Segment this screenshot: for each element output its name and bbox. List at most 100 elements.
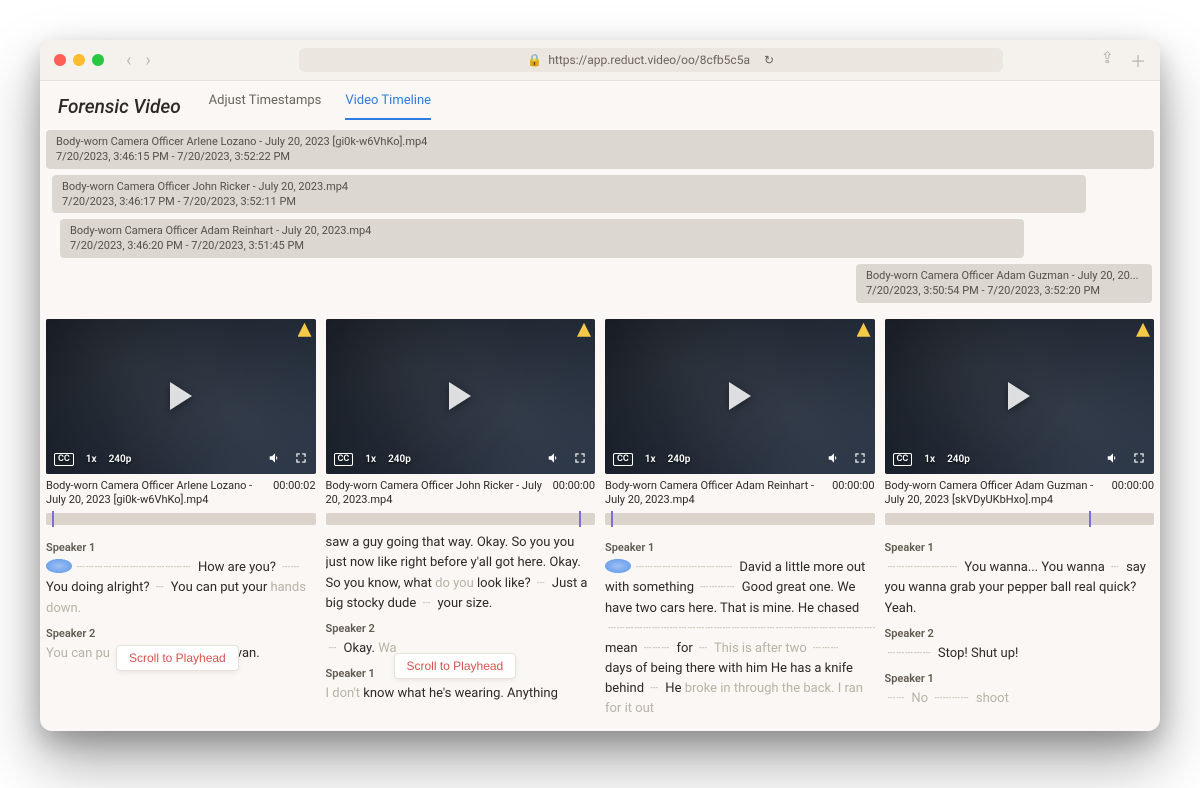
scrubber[interactable] bbox=[326, 513, 596, 525]
reload-icon[interactable]: ↻ bbox=[764, 53, 774, 67]
warning-icon bbox=[298, 323, 312, 337]
speed-control[interactable]: 1x bbox=[924, 454, 935, 465]
scrubber[interactable] bbox=[605, 513, 875, 525]
resolution-control[interactable]: 240p bbox=[109, 454, 132, 465]
header: Forensic Video Adjust Timestamps Video T… bbox=[40, 81, 1160, 120]
video-grid: CC 1x 240p Body-worn Camera Officer Arle… bbox=[40, 315, 1160, 732]
timeline-row[interactable]: Body-worn Camera Officer Adam Guzman - J… bbox=[856, 264, 1152, 303]
volume-icon[interactable] bbox=[1106, 451, 1120, 468]
speed-control[interactable]: 1x bbox=[645, 454, 656, 465]
video-column: CC 1x 240p Body-worn Camera Officer Adam… bbox=[885, 319, 1155, 720]
timeline-title: Body-worn Camera Officer Adam Guzman - J… bbox=[866, 269, 1142, 284]
tab-video-timeline[interactable]: Video Timeline bbox=[345, 93, 431, 120]
video-thumbnail[interactable]: CC 1x 240p bbox=[885, 319, 1155, 474]
transcript-text[interactable]: saw a guy going that way. Okay. So you y… bbox=[326, 533, 594, 614]
play-icon[interactable] bbox=[449, 382, 471, 410]
minimize-window[interactable] bbox=[73, 54, 85, 66]
warning-icon bbox=[1136, 323, 1150, 337]
video-time: 00:00:00 bbox=[1112, 479, 1154, 492]
back-icon[interactable]: ‹ bbox=[126, 50, 131, 71]
speaker-label: Speaker 1 bbox=[885, 670, 1153, 687]
lock-icon: 🔒 bbox=[527, 53, 542, 67]
timeline-rows: Body-worn Camera Officer Arlene Lozano -… bbox=[40, 120, 1160, 315]
transcript-text[interactable]: ┄┄┄┄┄┄┄┄┄┄┄┄┄ How are you? ┄┄ You doing … bbox=[46, 558, 314, 618]
fullscreen-icon[interactable] bbox=[294, 451, 308, 468]
video-column: CC 1x 240p Body-worn Camera Officer Adam… bbox=[605, 319, 875, 720]
timeline-row[interactable]: Body-worn Camera Officer John Ricker - J… bbox=[52, 175, 1086, 214]
transcript-text[interactable]: ┄┄┄┄┄┄┄┄ You wanna... You wanna ┄ say yo… bbox=[885, 558, 1153, 618]
playhead[interactable] bbox=[1089, 511, 1091, 527]
speaker-label: Speaker 1 bbox=[46, 539, 314, 556]
speed-control[interactable]: 1x bbox=[86, 454, 97, 465]
resolution-control[interactable]: 240p bbox=[668, 454, 691, 465]
speed-control[interactable]: 1x bbox=[365, 454, 376, 465]
playhead[interactable] bbox=[52, 511, 54, 527]
scrubber[interactable] bbox=[46, 513, 316, 525]
video-thumbnail[interactable]: CC 1x 240p bbox=[326, 319, 596, 474]
speaker-label: Speaker 1 bbox=[885, 539, 1153, 556]
timeline-row[interactable]: Body-worn Camera Officer Arlene Lozano -… bbox=[46, 130, 1154, 169]
speaker-label: Speaker 2 bbox=[326, 620, 594, 637]
timeline-title: Body-worn Camera Officer Arlene Lozano -… bbox=[56, 135, 1144, 150]
close-window[interactable] bbox=[54, 54, 66, 66]
play-icon[interactable] bbox=[729, 382, 751, 410]
transcript-text[interactable]: ┄┄ No ┄┄┄┄ shoot bbox=[885, 689, 1153, 709]
timeline-range: 7/20/2023, 3:46:20 PM - 7/20/2023, 3:51:… bbox=[70, 239, 1014, 254]
nav-arrows: ‹ › bbox=[126, 50, 151, 71]
cc-toggle[interactable]: CC bbox=[54, 453, 74, 466]
transcript-text[interactable]: ┄┄┄┄┄┄┄┄┄┄┄ David a little more out with… bbox=[605, 558, 873, 719]
video-thumbnail[interactable]: CC 1x 240p bbox=[605, 319, 875, 474]
transcript: Speaker 1 ┄┄┄┄┄┄┄┄ You wanna... You wanna… bbox=[885, 533, 1155, 709]
volume-icon[interactable] bbox=[268, 451, 282, 468]
tab-adjust-timestamps[interactable]: Adjust Timestamps bbox=[209, 93, 322, 120]
speaker-label: Speaker 2 bbox=[885, 625, 1153, 642]
volume-icon[interactable] bbox=[547, 451, 561, 468]
cc-toggle[interactable]: CC bbox=[893, 453, 913, 466]
url-text: https://app.reduct.video/oo/8cfb5c5a bbox=[548, 53, 750, 67]
warning-icon bbox=[857, 323, 871, 337]
transcript: Speaker 1┄┄┄┄┄┄┄┄┄┄┄ David a little more… bbox=[605, 533, 875, 719]
share-icon[interactable]: ⇪ bbox=[1101, 48, 1114, 72]
window-controls bbox=[54, 54, 104, 66]
tabs: Adjust Timestamps Video Timeline bbox=[209, 93, 431, 120]
playhead[interactable] bbox=[579, 511, 581, 527]
url-bar[interactable]: 🔒 https://app.reduct.video/oo/8cfb5c5a ↻ bbox=[299, 48, 1003, 72]
transcript: saw a guy going that way. Okay. So you y… bbox=[326, 533, 596, 704]
play-icon[interactable] bbox=[1008, 382, 1030, 410]
app-title: Forensic Video bbox=[58, 95, 181, 118]
scroll-to-playhead-button[interactable]: Scroll to Playhead bbox=[116, 645, 239, 671]
transcript-text[interactable]: ┄┄┄┄┄ Stop! Shut up! bbox=[885, 644, 1153, 664]
video-time: 00:00:00 bbox=[553, 479, 595, 492]
play-icon[interactable] bbox=[170, 382, 192, 410]
video-filename: Body-worn Camera Officer Adam Guzman - J… bbox=[885, 479, 1104, 508]
video-filename: Body-worn Camera Officer Adam Reinhart -… bbox=[605, 479, 824, 508]
forward-icon[interactable]: › bbox=[145, 50, 150, 71]
timeline-row[interactable]: Body-worn Camera Officer Adam Reinhart -… bbox=[60, 219, 1024, 258]
fullscreen-icon[interactable] bbox=[573, 451, 587, 468]
video-time: 00:00:00 bbox=[832, 479, 874, 492]
playhead[interactable] bbox=[611, 511, 613, 527]
transcript-text[interactable]: I don't know what he's wearing. Anything bbox=[326, 684, 594, 704]
scroll-to-playhead-button[interactable]: Scroll to Playhead bbox=[394, 653, 517, 679]
resolution-control[interactable]: 240p bbox=[388, 454, 411, 465]
timeline-title: Body-worn Camera Officer Adam Reinhart -… bbox=[70, 224, 1014, 239]
cc-toggle[interactable]: CC bbox=[613, 453, 633, 466]
resolution-control[interactable]: 240p bbox=[947, 454, 970, 465]
fullscreen-icon[interactable] bbox=[1132, 451, 1146, 468]
timeline-range: 7/20/2023, 3:46:15 PM - 7/20/2023, 3:52:… bbox=[56, 150, 1144, 165]
video-filename: Body-worn Camera Officer Arlene Lozano -… bbox=[46, 479, 265, 508]
browser-window: ‹ › 🔒 https://app.reduct.video/oo/8cfb5c… bbox=[40, 40, 1160, 731]
video-thumbnail[interactable]: CC 1x 240p bbox=[46, 319, 316, 474]
timeline-title: Body-worn Camera Officer John Ricker - J… bbox=[62, 180, 1076, 195]
maximize-window[interactable] bbox=[92, 54, 104, 66]
cc-toggle[interactable]: CC bbox=[334, 453, 354, 466]
scrubber[interactable] bbox=[885, 513, 1155, 525]
volume-icon[interactable] bbox=[827, 451, 841, 468]
video-controls: CC 1x 240p bbox=[326, 451, 596, 468]
video-controls: CC 1x 240p bbox=[46, 451, 316, 468]
video-column: CC 1x 240p Body-worn Camera Officer John… bbox=[326, 319, 596, 720]
fullscreen-icon[interactable] bbox=[853, 451, 867, 468]
warning-icon bbox=[577, 323, 591, 337]
new-tab-icon[interactable]: ＋ bbox=[1130, 48, 1146, 72]
video-time: 00:00:02 bbox=[273, 479, 315, 492]
